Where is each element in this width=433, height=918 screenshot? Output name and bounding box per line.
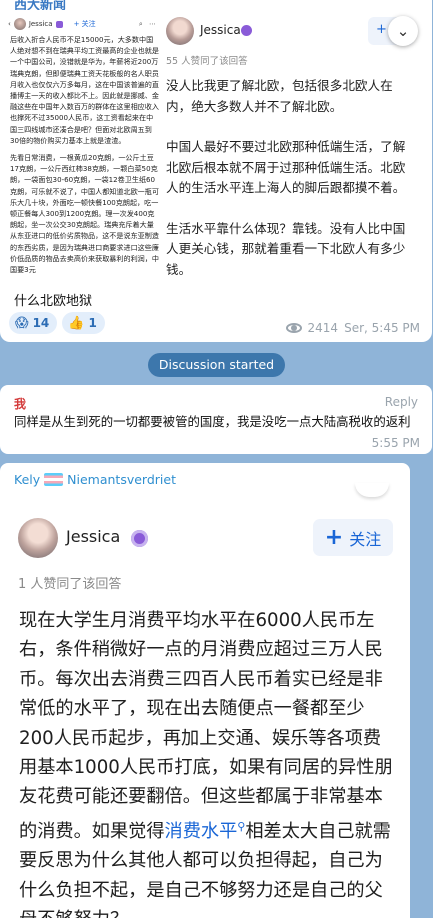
- comment-sender: 我: [14, 397, 27, 411]
- badge-icon: [241, 25, 252, 36]
- reply-label: Reply: [384, 395, 418, 409]
- sender-name: Kely: [14, 472, 41, 487]
- plus-icon: +: [324, 524, 344, 550]
- reactions: 😱 14 👍 1: [9, 312, 105, 334]
- comment-text: 同样是从生到死的一切都要被管的国度，我是没吃一点大陆高税收的返利: [14, 414, 411, 429]
- search-link: 消费水平⚲: [164, 820, 246, 842]
- answer-author: Jessica: [200, 23, 241, 37]
- likes-count: 1 人赞同了该回答: [18, 577, 122, 592]
- photo-message[interactable]: Kely Niemantsverdriet Jessica + 关注 1 人赞同…: [0, 463, 410, 918]
- reaction-chip[interactable]: 👍 1: [62, 312, 105, 334]
- discussion-started-pill: Discussion started: [148, 353, 285, 377]
- back-arrow-icon: ‹: [8, 20, 11, 28]
- thumbnail-follow: + 关注: [73, 20, 96, 28]
- channel-title: 西大新闻: [14, 0, 67, 10]
- avatar: [18, 518, 58, 558]
- comment-message[interactable]: 我 Reply 同样是从生到死的一切都要被管的国度，我是没吃一点大陆高税收的返利…: [0, 385, 432, 454]
- answer-paragraph: 没人比我更了解北欧，包括很多北欧人在内，绝大多数人并不了解北欧。: [166, 78, 393, 114]
- trans-flag-icon: [44, 473, 64, 486]
- reaction-chip[interactable]: 😱 14: [9, 312, 58, 334]
- badge-icon: [55, 20, 63, 28]
- thumbnail-author: Jessica: [28, 20, 53, 28]
- channel-post: 西大新闻 ‹ Jessica + 关注 ⌕ ⋯ 后收入折合人民币不足15000元…: [0, 0, 432, 342]
- chevron-down-icon[interactable]: ⌄: [388, 16, 418, 46]
- likes-count: 55 人赞同了该回答: [166, 56, 248, 67]
- eye-icon: [285, 323, 302, 333]
- answer-paragraph: 生活水平靠什么体现？靠钱。没有人比中国人更关心钱，那就着重看一下北欧人有多少钱。: [166, 220, 406, 277]
- avatar: [13, 18, 26, 30]
- follow-label: 关注: [349, 529, 382, 549]
- thumbnail-body: 后收入折合人民币不足15000元，大多数中国人绝对想不到在瑞典平均工资最高的企业…: [10, 34, 160, 281]
- post-caption: 什么北欧地狱: [14, 294, 93, 309]
- body-text: 现在大学生月消费平均水平在6000人民币左右，条件稍微好一点的月消费应超过三万人…: [19, 610, 393, 842]
- follow-button: + 关注: [313, 519, 393, 556]
- thumbnail-topbar: ‹ Jessica + 关注 ⌕ ⋯: [4, 16, 162, 32]
- answer-paragraph: 中国人最好不要过北欧那种低端生活，了解北欧后根本就不屑于过那种低端生活。北欧人的…: [166, 139, 406, 195]
- collapse-button-shadow: [355, 483, 389, 497]
- answer-author: Jessica: [66, 527, 121, 546]
- answer-body: 现在大学生月消费平均水平在6000人民币左右，条件稍微好一点的月消费应超过三万人…: [19, 606, 397, 918]
- post-time: Ser, 5:45 PM: [344, 321, 420, 335]
- answer-body: 没人比我更了解北欧，包括很多北欧人在内，绝大多数人并不了解北欧。 中国人最好不要…: [166, 76, 416, 300]
- search-more-icon: ⌕ ⋯: [138, 19, 158, 28]
- thumbnail-paragraph: 先看日常消费，一根黄瓜20克朗，一公斤土豆17克朗，一公斤西红柿38克朗，一颗白…: [10, 153, 159, 275]
- sender-suffix: Niemantsverdriet: [67, 472, 176, 487]
- comment-time: 5:55 PM: [371, 436, 420, 450]
- view-count: 2414: [307, 321, 339, 335]
- link-text: 消费水平: [164, 820, 238, 842]
- channel-title-strip: 西大新闻: [0, 0, 150, 10]
- thumbnail-paragraph: 后收入折合人民币不足15000元，大多数中国人绝对想不到在瑞典平均工资最高的企业…: [10, 35, 159, 145]
- thumbs-up-emoji-icon: 👍: [68, 315, 85, 331]
- avatar: [166, 17, 194, 45]
- scream-emoji-icon: 😱: [15, 315, 29, 331]
- reaction-count: 14: [32, 316, 50, 330]
- post-meta: 2414 Ser, 5:45 PM: [285, 321, 420, 335]
- screenshot-thumbnail[interactable]: ‹ Jessica + 关注 ⌕ ⋯ 后收入折合人民币不足15000元，大多数中…: [4, 10, 162, 286]
- photo-sender: Kely Niemantsverdriet: [14, 472, 176, 487]
- reaction-count: 1: [88, 316, 97, 330]
- badge-icon: [131, 530, 148, 547]
